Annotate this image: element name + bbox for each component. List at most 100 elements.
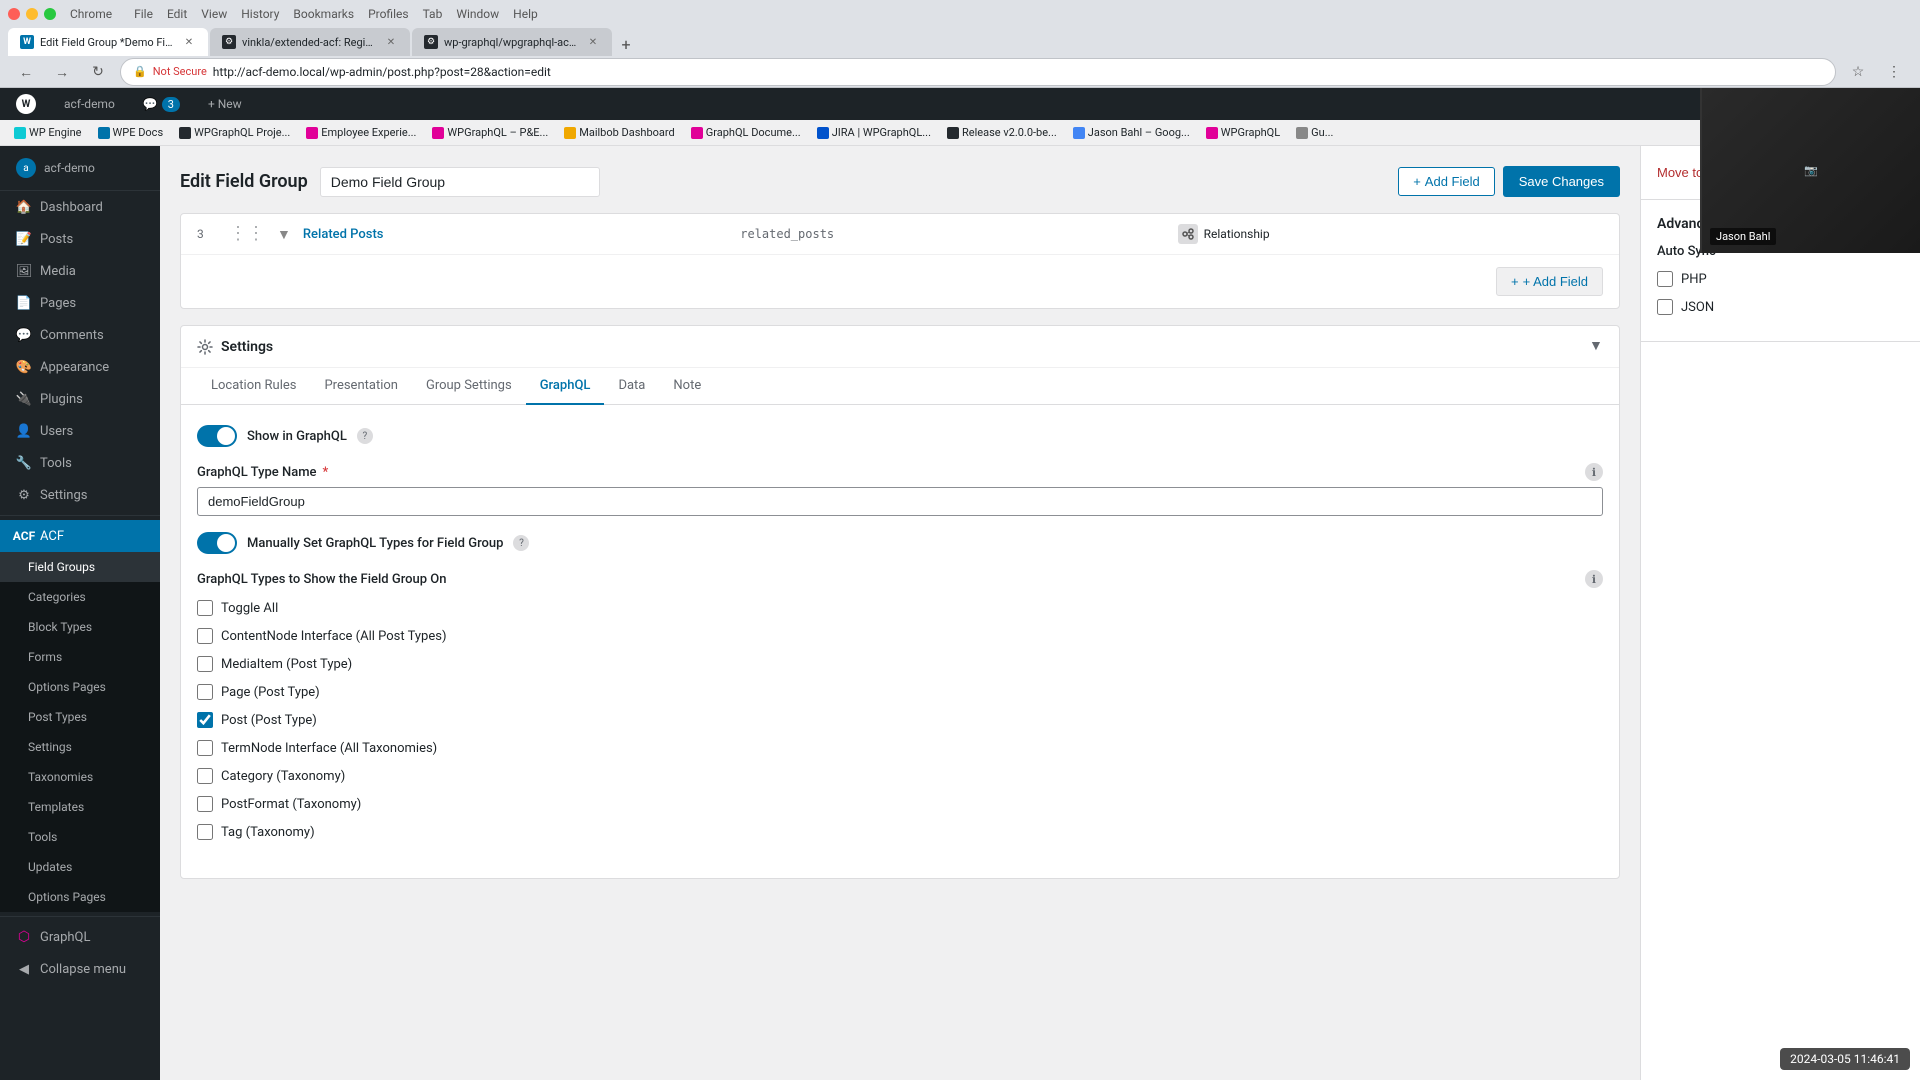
sidebar-item-collapse[interactable]: ◀ Collapse menu (0, 953, 160, 985)
tab-close-3[interactable]: ✕ (586, 35, 600, 49)
browser-tab-active[interactable]: W Edit Field Group *Demo Field... ✕ (8, 28, 208, 56)
manually-set-help[interactable]: ? (513, 535, 529, 551)
back-button[interactable]: ← (12, 58, 40, 86)
checkbox-tag[interactable] (197, 824, 213, 840)
save-changes-button[interactable]: Save Changes (1503, 166, 1620, 197)
sidebar-item-options-pages[interactable]: Options Pages (0, 672, 160, 702)
sidebar-item-posts[interactable]: 📝 Posts (0, 223, 160, 255)
browser-menu-tab[interactable]: Tab (423, 7, 443, 21)
graphql-types-info[interactable]: ℹ (1585, 570, 1603, 588)
browser-menu-window[interactable]: Window (456, 7, 499, 21)
settings-collapse-icon[interactable]: ▲ (1589, 338, 1603, 355)
tab-close-2[interactable]: ✕ (384, 35, 398, 49)
checkbox-post-format[interactable] (197, 796, 213, 812)
expand-icon[interactable]: ▼ (277, 226, 291, 243)
site-name-item[interactable]: acf-demo (56, 88, 123, 120)
browser-menu-bookmarks[interactable]: Bookmarks (293, 7, 354, 21)
bookmark-wpgraphql-pae[interactable]: WPGraphQL – P&E... (426, 124, 554, 141)
sidebar-item-graphql[interactable]: ⬡ GraphQL (0, 921, 160, 953)
checkbox-label-toggle-all[interactable]: Toggle All (221, 601, 278, 616)
sidebar-item-field-groups[interactable]: Field Groups (0, 552, 160, 582)
sidebar-item-templates[interactable]: Templates (0, 792, 160, 822)
forward-button[interactable]: → (48, 58, 76, 86)
checkbox-label-post[interactable]: Post (Post Type) (221, 713, 317, 728)
bookmark-jason[interactable]: Jason Bahl – Goog... (1067, 124, 1196, 141)
checkbox-label-media-item[interactable]: MediaItem (Post Type) (221, 657, 352, 672)
field-group-name-input[interactable] (320, 167, 600, 197)
auto-sync-json-checkbox[interactable] (1657, 299, 1673, 315)
sidebar-item-tools[interactable]: 🔧 Tools (0, 447, 160, 479)
sidebar-item-categories[interactable]: Categories (0, 582, 160, 612)
comments-item[interactable]: 💬 3 (135, 88, 188, 120)
settings-header[interactable]: Settings ▲ (181, 326, 1619, 368)
sidebar-item-pages[interactable]: 📄 Pages (0, 287, 160, 319)
sidebar-item-settings[interactable]: ⚙ Settings (0, 479, 160, 511)
sidebar-item-forms[interactable]: Forms (0, 642, 160, 672)
new-tab-button[interactable]: + (614, 32, 638, 56)
bookmark-jira[interactable]: JIRA | WPGraphQL... (811, 124, 937, 141)
bookmark-button[interactable]: ☆ (1844, 58, 1872, 86)
checkbox-category[interactable] (197, 768, 213, 784)
sidebar-item-comments[interactable]: 💬 Comments (0, 319, 160, 351)
sidebar-item-users[interactable]: 👤 Users (0, 415, 160, 447)
checkbox-label-post-format[interactable]: PostFormat (Taxonomy) (221, 797, 361, 812)
bookmark-wp-engine[interactable]: WP Engine (8, 124, 88, 141)
browser-menu-help[interactable]: Help (513, 7, 538, 21)
add-field-inline-button[interactable]: + + Add Field (1496, 267, 1603, 296)
auto-sync-php-label[interactable]: PHP (1681, 272, 1707, 287)
reload-button[interactable]: ↻ (84, 58, 112, 86)
sidebar-item-plugins[interactable]: 🔌 Plugins (0, 383, 160, 415)
sidebar-item-acf[interactable]: ACF ACF (0, 520, 160, 552)
sidebar-item-post-types[interactable]: Post Types (0, 702, 160, 732)
checkbox-term-node[interactable] (197, 740, 213, 756)
browser-menu-profiles[interactable]: Profiles (368, 7, 409, 21)
checkbox-page[interactable] (197, 684, 213, 700)
browser-menu-file[interactable]: File (134, 7, 153, 21)
checkbox-label-page[interactable]: Page (Post Type) (221, 685, 320, 700)
checkbox-post[interactable] (197, 712, 213, 728)
tab-graphql[interactable]: GraphQL (526, 368, 605, 405)
checkbox-label-term-node[interactable]: TermNode Interface (All Taxonomies) (221, 741, 437, 756)
tab-close-1[interactable]: ✕ (182, 35, 196, 49)
graphql-type-name-info[interactable]: ℹ (1585, 463, 1603, 481)
manually-set-toggle[interactable] (197, 532, 237, 554)
close-dot[interactable] (8, 8, 20, 20)
tab-presentation[interactable]: Presentation (310, 368, 412, 405)
sidebar-item-media[interactable]: 🖼 Media (0, 255, 160, 287)
tab-note[interactable]: Note (659, 368, 715, 405)
graphql-type-name-input[interactable] (197, 487, 1603, 516)
sidebar-item-options-pages-2[interactable]: Options Pages (0, 882, 160, 912)
bookmark-gu[interactable]: Gu... (1290, 124, 1339, 141)
checkbox-label-content-node[interactable]: ContentNode Interface (All Post Types) (221, 629, 446, 644)
settings-button[interactable]: ⋮ (1880, 58, 1908, 86)
wp-logo-item[interactable]: W (8, 88, 44, 120)
auto-sync-json-label[interactable]: JSON (1681, 300, 1714, 315)
checkbox-media-item[interactable] (197, 656, 213, 672)
sidebar-item-acf-settings[interactable]: Settings (0, 732, 160, 762)
maximize-dot[interactable] (44, 8, 56, 20)
browser-menu-view[interactable]: View (201, 7, 227, 21)
bookmark-release[interactable]: Release v2.0.0-be... (941, 124, 1063, 141)
sidebar-item-taxonomies[interactable]: Taxonomies (0, 762, 160, 792)
bookmark-wpe-docs[interactable]: WPE Docs (92, 124, 170, 141)
bookmark-wpgraphql-proje[interactable]: WPGraphQL Proje... (173, 124, 296, 141)
browser-tab-3[interactable]: ⚙ wp-graphql/wpgraphql-acf:... ✕ (412, 28, 612, 56)
bookmark-mailbob[interactable]: Mailbob Dashboard (558, 124, 681, 141)
auto-sync-php-checkbox[interactable] (1657, 271, 1673, 287)
browser-menu-history[interactable]: History (241, 7, 279, 21)
show-in-graphql-toggle[interactable] (197, 425, 237, 447)
bookmark-wpgraphql[interactable]: WPGraphQL (1200, 124, 1286, 141)
browser-menu-edit[interactable]: Edit (167, 7, 187, 21)
sidebar-item-appearance[interactable]: 🎨 Appearance (0, 351, 160, 383)
checkbox-content-node[interactable] (197, 628, 213, 644)
checkbox-label-tag[interactable]: Tag (Taxonomy) (221, 825, 315, 840)
drag-handle[interactable]: ⋮⋮ (229, 225, 265, 243)
bookmark-graphql-docs[interactable]: GraphQL Docume... (685, 124, 807, 141)
tab-data[interactable]: Data (604, 368, 659, 405)
show-in-graphql-help[interactable]: ? (357, 428, 373, 444)
field-name-link[interactable]: Related Posts (303, 227, 728, 242)
tab-location-rules[interactable]: Location Rules (197, 368, 310, 405)
minimize-dot[interactable] (26, 8, 38, 20)
checkbox-toggle-all[interactable] (197, 600, 213, 616)
sidebar-item-block-types[interactable]: Block Types (0, 612, 160, 642)
